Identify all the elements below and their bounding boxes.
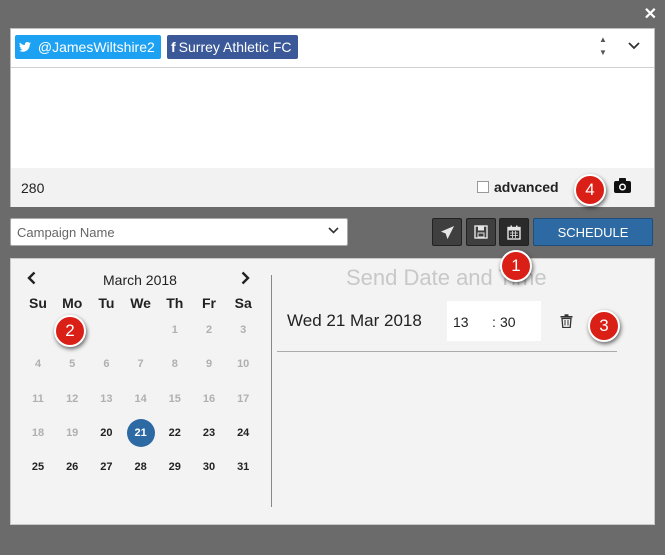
character-count: 280 bbox=[21, 180, 45, 196]
step-marker-2: 2 bbox=[54, 315, 86, 347]
calendar-icon bbox=[507, 225, 521, 240]
calendar-month-label: March 2018 bbox=[103, 272, 177, 288]
facebook-account-chip[interactable]: f Surrey Athletic FC bbox=[167, 35, 298, 59]
composer-footer: 280 advanced bbox=[11, 168, 654, 207]
calendar-day[interactable]: 20 bbox=[89, 427, 123, 439]
calendar-day-selected[interactable]: 21 bbox=[126, 418, 155, 447]
weekday-label: Fr bbox=[202, 295, 216, 311]
twitter-account-chip[interactable]: @JamesWiltshire2 bbox=[15, 35, 161, 59]
calendar-day: 13 bbox=[100, 392, 113, 405]
schedule-button[interactable]: SCHEDULE bbox=[533, 218, 653, 246]
weekday-label: Su bbox=[29, 295, 47, 311]
calendar-day[interactable]: 30 bbox=[192, 461, 226, 473]
calendar-day[interactable]: 24 bbox=[226, 427, 260, 439]
close-icon[interactable]: ✕ bbox=[644, 4, 657, 24]
save-draft-button[interactable] bbox=[466, 218, 496, 246]
calendar-day: 6 bbox=[103, 358, 110, 371]
calendar-day: 2 bbox=[205, 324, 213, 336]
camera-icon[interactable] bbox=[614, 178, 631, 193]
floppy-disk-icon bbox=[474, 225, 488, 239]
calendar-day: 14 bbox=[134, 392, 147, 405]
weekday-label: Sa bbox=[234, 295, 252, 311]
calendar-day: 9 bbox=[205, 358, 213, 371]
calendar-day[interactable]: 29 bbox=[158, 461, 192, 473]
calendar-day: 1 bbox=[171, 324, 178, 336]
calendar-day: 12 bbox=[66, 392, 79, 405]
advanced-label: advanced bbox=[494, 179, 559, 195]
step-marker-4: 4 bbox=[574, 174, 606, 206]
calendar-day[interactable]: 31 bbox=[226, 461, 260, 473]
time-separator: : bbox=[492, 314, 496, 330]
accounts-scroll-arrows[interactable]: ▲ ▼ bbox=[599, 33, 607, 59]
calendar-day: 3 bbox=[240, 324, 247, 336]
message-input[interactable] bbox=[11, 68, 654, 168]
weekday-label: Tu bbox=[98, 295, 115, 311]
calendar-day[interactable]: 28 bbox=[124, 461, 158, 473]
send-time-input[interactable]: 13 : 30 bbox=[447, 301, 541, 341]
step-marker-3: 3 bbox=[588, 310, 620, 342]
post-composer: @JamesWiltshire2 f Surrey Athletic FC ▲ ▼ … bbox=[10, 28, 655, 207]
calendar-day: 18 bbox=[31, 426, 45, 439]
weekday-label: We bbox=[130, 295, 151, 311]
trash-icon[interactable] bbox=[560, 314, 573, 329]
advanced-toggle[interactable]: advanced bbox=[477, 179, 559, 195]
calendar-day: 16 bbox=[202, 392, 216, 405]
calendar-day[interactable]: 23 bbox=[192, 427, 226, 439]
minute-field[interactable]: 30 bbox=[500, 314, 516, 330]
twitter-account-label: @JamesWiltshire2 bbox=[37, 39, 155, 55]
chevron-right-icon[interactable] bbox=[241, 271, 250, 290]
calendar-day: 17 bbox=[237, 392, 250, 405]
step-marker-1: 1 bbox=[500, 250, 532, 282]
hour-field[interactable]: 13 bbox=[453, 314, 469, 330]
paper-plane-icon bbox=[440, 225, 455, 240]
advanced-checkbox[interactable] bbox=[477, 181, 489, 193]
selected-accounts: @JamesWiltshire2 f Surrey Athletic FC ▲ ▼ bbox=[11, 29, 654, 68]
send-now-button[interactable] bbox=[432, 218, 462, 246]
schedule-calendar-button[interactable] bbox=[499, 218, 529, 246]
calendar-day: 7 bbox=[137, 358, 144, 371]
chevron-down-icon bbox=[328, 225, 339, 237]
calendar-day[interactable]: 25 bbox=[21, 461, 55, 473]
calendar-day: 15 bbox=[168, 392, 181, 405]
facebook-f-icon: f bbox=[171, 39, 176, 55]
send-row-divider bbox=[277, 351, 617, 352]
calendar-day[interactable]: 22 bbox=[158, 427, 192, 439]
calendar-day[interactable]: 27 bbox=[89, 461, 123, 473]
panel-divider bbox=[271, 275, 272, 507]
chevron-left-icon[interactable] bbox=[27, 271, 36, 290]
weekday-label: Th bbox=[166, 295, 184, 311]
weekday-label: Mo bbox=[62, 295, 83, 311]
facebook-account-label: Surrey Athletic FC bbox=[178, 39, 292, 55]
send-date-value: Wed 21 Mar 2018 bbox=[287, 311, 422, 330]
calendar-day: 10 bbox=[237, 358, 250, 371]
chevron-down-icon[interactable] bbox=[628, 37, 640, 53]
calendar-day: 4 bbox=[34, 358, 42, 371]
twitter-bird-icon bbox=[19, 39, 35, 55]
campaign-select[interactable]: Campaign Name bbox=[10, 218, 348, 246]
calendar-day: 19 bbox=[66, 426, 79, 439]
schedule-panel: March 2018 Su Mo Tu We Th Fr Sa 1 2 3 4 5 6 7 8 9 10 11 1… bbox=[10, 258, 655, 525]
calendar-day[interactable]: 26 bbox=[55, 461, 89, 473]
calendar-day: 8 bbox=[171, 358, 178, 371]
calendar-day: 5 bbox=[69, 358, 76, 371]
calendar-day: 11 bbox=[32, 392, 44, 405]
campaign-placeholder: Campaign Name bbox=[17, 225, 115, 240]
